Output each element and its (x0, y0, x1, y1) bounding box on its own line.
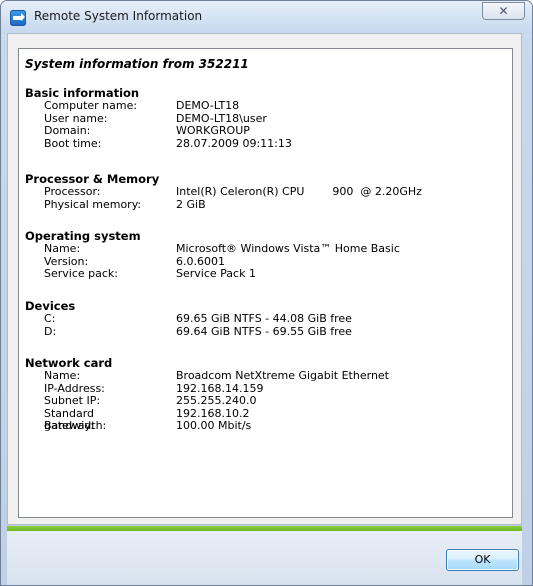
section-operating-system: Operating system Name: Microsoft® Windows… (25, 229, 400, 281)
info-row: Computer name: DEMO-LT18 (25, 99, 239, 113)
ok-button[interactable]: OK (446, 549, 519, 571)
row-value: Broadcom NetXtreme Gigabit Ethernet (176, 369, 389, 382)
row-label: Subnet IP: (44, 394, 101, 407)
row-value: DEMO-LT18 (176, 99, 240, 112)
row-value: WORKGROUP (176, 124, 250, 137)
row-value: Service Pack 1 (176, 267, 256, 280)
teamviewer-app-icon (10, 10, 26, 26)
row-label: D: (44, 324, 57, 338)
info-row: Name: Microsoft® Windows Vista™ Home Basi… (25, 242, 400, 256)
close-button[interactable]: ✕ (482, 2, 525, 20)
window-title: Remote System Information (34, 9, 203, 23)
section-devices: Devices C: 69.65 GiB NTFS - 44.08 GiB fre… (25, 299, 352, 339)
row-value: 28.07.2009 09:11:13 (176, 136, 292, 150)
row-value: 69.64 GiB NTFS - 69.55 GiB free (176, 324, 352, 338)
info-row: Physical memory: 2 GiB (25, 197, 206, 212)
row-label: Processor: (44, 185, 101, 198)
section-title: Operating system (25, 229, 141, 243)
section-title: Processor & Memory (25, 172, 160, 186)
row-label: Physical memory: (44, 197, 142, 211)
info-row: Domain: WORKGROUP (25, 124, 250, 138)
row-value: Microsoft® Windows Vista™ Home Basic (176, 242, 400, 255)
section-title: Network card (25, 356, 113, 370)
row-value: 255.255.240.0 (176, 394, 257, 407)
info-row: Service pack: Service Pack 1 (25, 267, 256, 281)
row-value: 2 GiB (176, 197, 206, 211)
row-label: Computer name: (44, 99, 138, 112)
info-heading: System information from 352211 (25, 57, 249, 71)
row-label: Domain: (44, 124, 91, 137)
section-title: Basic information (25, 86, 140, 100)
info-row: Boot time: 28.07.2009 09:11:13 (25, 136, 292, 151)
info-row: D: 69.64 GiB NTFS - 69.55 GiB free (25, 324, 352, 339)
info-row: Name: Broadcom NetXtreme Gigabit Ethernet (25, 369, 389, 383)
row-label: Name: (44, 369, 81, 382)
info-row: Processor: Intel(R) Celeron(R) CPU 900 @ … (25, 185, 422, 199)
row-label: Name: (44, 242, 81, 255)
system-info-panel[interactable]: System information from 352211 Basic inf… (18, 48, 513, 518)
section-network-card: Network card Name: Broadcom NetXtreme Gig… (25, 356, 389, 433)
row-value: 100.00 Mbit/s (176, 419, 252, 432)
row-label: Bandwidth: (44, 419, 107, 432)
section-processor-memory: Processor & Memory Processor: Intel(R) Ce… (25, 172, 422, 212)
section-basic-information: Basic information Computer name: DEMO-LT1… (25, 86, 292, 151)
row-label: Service pack: (44, 267, 118, 280)
button-area (7, 531, 522, 585)
row-label: Boot time: (44, 136, 102, 150)
row-value: Intel(R) Celeron(R) CPU 900 @ 2.20GHz (176, 185, 422, 198)
row-label: C: (44, 312, 56, 325)
title-bar[interactable]: Remote System Information ✕ (1, 1, 532, 34)
row-value: 69.65 GiB NTFS - 44.08 GiB free (176, 312, 352, 325)
info-row: Subnet IP: 255.255.240.0 (25, 394, 256, 408)
section-title: Devices (25, 299, 76, 313)
info-row: Bandwidth: 100.00 Mbit/s (25, 419, 251, 433)
info-row: C: 69.65 GiB NTFS - 44.08 GiB free (25, 312, 352, 326)
close-icon: ✕ (498, 4, 509, 18)
